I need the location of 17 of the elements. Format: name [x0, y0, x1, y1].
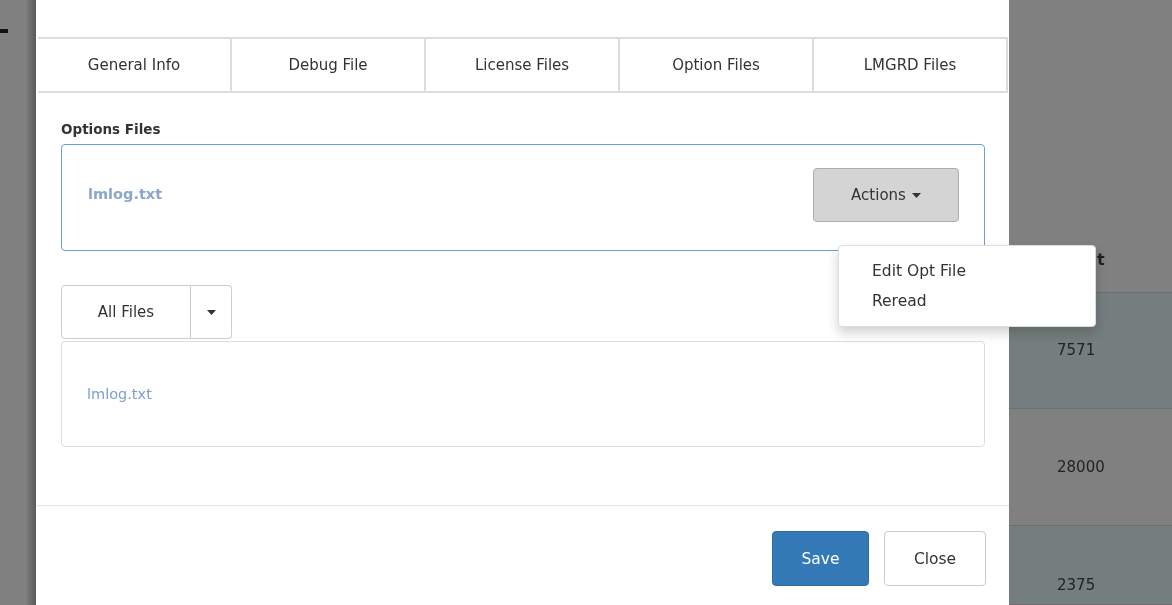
save-button[interactable]: Save — [772, 531, 869, 586]
tab[interactable]: LMGRD Files — [812, 39, 1008, 91]
table-cell: 7571 — [1057, 341, 1096, 360]
caret-icon — [911, 192, 921, 198]
close-button[interactable]: Close — [884, 531, 986, 586]
dash-icon — [0, 29, 8, 33]
menu-item[interactable]: Edit Opt File — [839, 256, 999, 286]
file-name: lmlog.txt — [88, 185, 163, 202]
dropdown-toggle[interactable] — [191, 285, 232, 339]
menu-item[interactable]: Reread — [839, 286, 960, 316]
section-heading: Options Files — [61, 121, 162, 138]
column-header: t — [1097, 250, 1105, 269]
caret-icon — [206, 309, 216, 315]
table-cell: 2375 — [1057, 575, 1096, 594]
table-cell: 28000 — [1057, 458, 1105, 476]
actions-button[interactable]: Actions — [813, 168, 959, 222]
filter-button[interactable]: All Files — [61, 285, 191, 339]
